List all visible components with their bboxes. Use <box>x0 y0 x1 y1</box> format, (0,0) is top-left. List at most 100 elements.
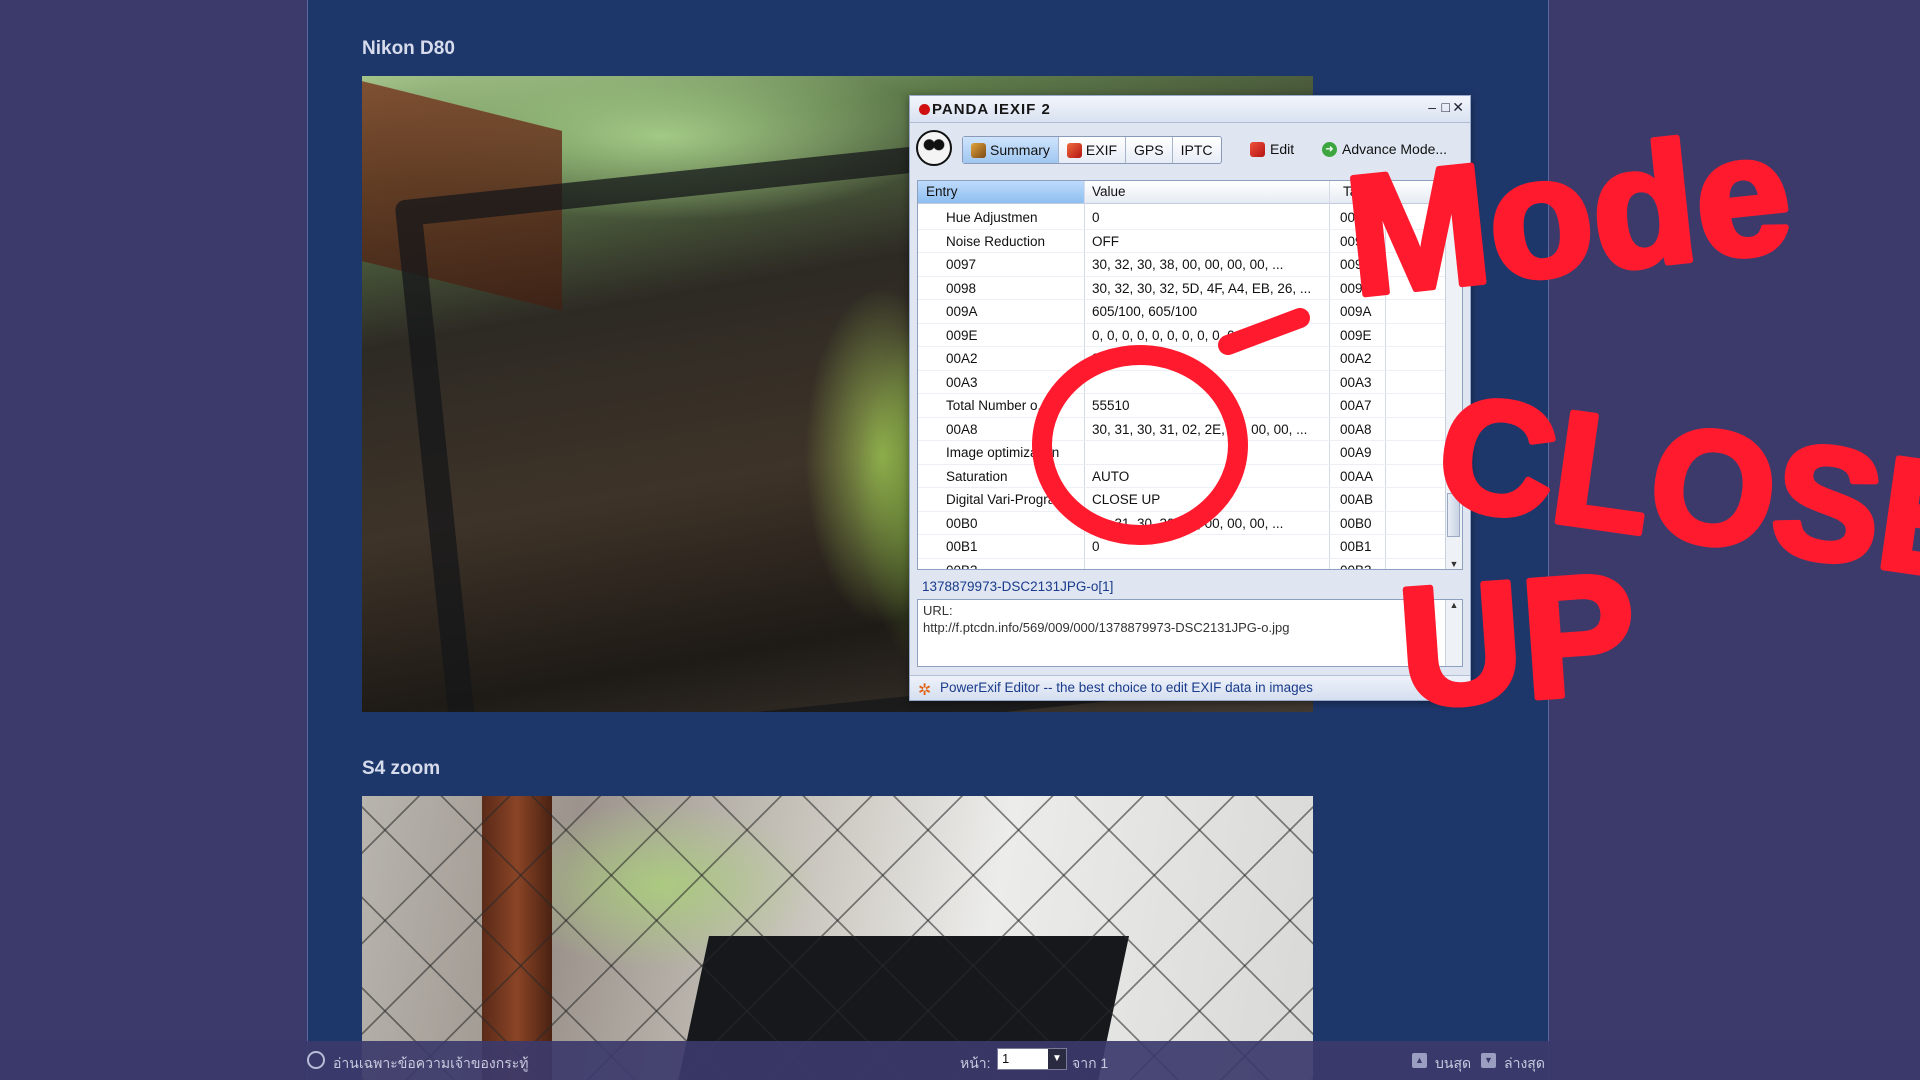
minimize-icon[interactable]: – <box>1428 99 1436 115</box>
row-entry: Total Number o... <box>946 398 1049 413</box>
row-entry: Hue Adjustmen <box>946 210 1038 225</box>
row-entry: 00A8 <box>946 421 978 437</box>
column-header-entry[interactable]: Entry <box>918 181 1084 203</box>
table-row[interactable]: 00A8 30, 31, 30, 31, 02, 2E, 00, 00, 00, … <box>918 418 1462 441</box>
row-entry: Saturation <box>946 468 1008 484</box>
tab-summary[interactable]: Summary <box>963 137 1059 163</box>
edit-button[interactable]: Edit <box>1250 136 1294 162</box>
row-tag: 00B1 <box>1340 539 1372 554</box>
row-entry: Image optimization <box>946 445 1060 460</box>
photo-s4-zoom <box>362 796 1313 1080</box>
row-value: 0, 0, 0, 0, 0, 0, 0, 0, 0, 0 <box>1092 327 1235 343</box>
reader-mode-link[interactable]: อ่านเฉพาะข้อความเจ้าของกระทู้ <box>333 1053 528 1075</box>
url-scrollbar[interactable]: ▲ <box>1445 600 1462 666</box>
chevron-down-icon[interactable]: ▼ <box>1048 1049 1066 1069</box>
row-tag: 00A2 <box>1340 351 1372 366</box>
tab-label: GPS <box>1134 142 1164 158</box>
row-tag: 0092 <box>1340 210 1371 225</box>
table-row[interactable]: 009E 0, 0, 0, 0, 0, 0, 0, 0, 0, 0 009E <box>918 324 1462 347</box>
exif-viewer-window: PANDA IEXIF 2 – □ ✕ Summary EXIF GPS IPT… <box>909 95 1471 701</box>
view-tabs: Summary EXIF GPS IPTC <box>962 136 1222 164</box>
arrow-up-icon[interactable]: ▲ <box>1412 1053 1427 1068</box>
go-top-link[interactable]: บนสุด <box>1435 1053 1471 1075</box>
title-bar[interactable]: PANDA IEXIF 2 – □ ✕ <box>910 96 1470 123</box>
row-value: 0 <box>1092 210 1100 225</box>
bottom-bar: อ่านเฉพาะข้อความเจ้าของกระทู้ หน้า: 1 ▼ … <box>0 1041 1920 1080</box>
row-value: 55510 <box>1092 398 1130 413</box>
close-icon[interactable]: ✕ <box>1452 99 1464 116</box>
star-icon: ✲ <box>918 682 932 699</box>
edit-icon <box>1250 141 1265 157</box>
table-scrollbar[interactable]: ▲ ▼ <box>1445 203 1462 569</box>
tab-gps[interactable]: GPS <box>1126 137 1173 163</box>
row-tag: 0097 <box>1340 257 1371 272</box>
table-row[interactable]: Saturation AUTO 00AA <box>918 465 1462 488</box>
row-tag: 00A9 <box>1340 445 1372 460</box>
table-row[interactable]: Noise Reduction OFF 0095 <box>918 230 1462 253</box>
row-tag: 00B0 <box>1340 515 1372 531</box>
section-title-s4: S4 zoom <box>362 758 441 779</box>
row-entry: 0098 <box>946 280 977 296</box>
page-total-label: จาก 1 <box>1072 1055 1109 1071</box>
summary-icon <box>971 142 986 158</box>
row-tag: 00B3 <box>1340 562 1372 570</box>
photo-detail-fence <box>362 796 1313 1080</box>
footer-bar: ✲ PowerExif Editor -- the best choice to… <box>910 675 1470 700</box>
row-tag: 00AB <box>1340 492 1374 507</box>
tab-label: Summary <box>990 142 1050 158</box>
row-tag: 009A <box>1340 304 1372 319</box>
logo-dot-icon <box>919 104 930 115</box>
row-entry: 009A <box>946 304 978 319</box>
go-bottom-link[interactable]: ล่างสุด <box>1504 1053 1545 1075</box>
tab-exif[interactable]: EXIF <box>1059 137 1127 163</box>
scroll-down-icon[interactable]: ▼ <box>1446 559 1462 569</box>
arrow-down-icon[interactable]: ▼ <box>1481 1053 1496 1068</box>
maximize-icon[interactable]: □ <box>1442 99 1450 115</box>
footer-link[interactable]: PowerExif Editor -- the best choice to e… <box>940 680 1313 695</box>
page-select-value: 1 <box>1002 1051 1010 1066</box>
table-row[interactable]: 009A 605/100, 605/100 009A <box>918 300 1462 324</box>
exif-icon <box>1066 142 1082 158</box>
tab-label: EXIF <box>1085 142 1118 158</box>
row-value: CLOSE UP <box>1092 492 1161 507</box>
advance-label: Advance Mode... <box>1342 141 1448 157</box>
table-row[interactable]: 0097 30, 32, 30, 38, 00, 00, 00, 00, ... 0… <box>918 253 1462 277</box>
table-row[interactable]: Hue Adjustmen 0 0092 <box>918 206 1462 230</box>
url-value[interactable]: http://f.ptcdn.info/569/009/000/13788799… <box>923 619 1457 636</box>
table-row[interactable]: 00A3 00A3 <box>918 371 1462 394</box>
table-row[interactable]: 00A2 3314316 00A2 <box>918 347 1462 371</box>
row-value: OFF <box>1092 233 1119 249</box>
row-entry: 0097 <box>946 257 977 272</box>
table-body: Hue Adjustmen 0 0092 Noise Reduction OFF 0095… <box>918 206 1462 570</box>
arrow-right-icon: ➜ <box>1322 141 1337 157</box>
row-value: AUTO <box>1092 468 1130 484</box>
reader-mode-icon[interactable] <box>307 1051 325 1069</box>
column-header-tag[interactable]: Tag <box>1343 184 1365 199</box>
edit-label: Edit <box>1270 141 1295 157</box>
scroll-up-icon[interactable]: ▲ <box>1446 203 1462 213</box>
row-value: 30, 32, 30, 32, 5D, 4F, A4, EB, 26, ... <box>1092 280 1312 296</box>
url-box[interactable]: URL: http://f.ptcdn.info/569/009/000/137… <box>917 599 1463 667</box>
table-row[interactable]: Digital Vari-Program CLOSE UP 00AB <box>918 488 1462 512</box>
row-tag: 00A3 <box>1340 374 1372 390</box>
row-tag: 0098 <box>1340 280 1371 296</box>
table-row[interactable]: 00B0 30, 31, 30, 30, 00, 00, 00, 00, ... 0… <box>918 512 1462 535</box>
tab-iptc[interactable]: IPTC <box>1173 137 1221 163</box>
scroll-thumb[interactable] <box>1447 493 1460 537</box>
table-row[interactable]: 00B1 0 00B1 <box>918 535 1462 559</box>
column-header-value[interactable]: Value <box>1092 184 1126 199</box>
row-value: 30, 31, 30, 30, 00, 00, 00, 00, ... <box>1092 515 1284 531</box>
toolbar: Summary EXIF GPS IPTC Edit ➜ Advance Mod… <box>910 122 1470 172</box>
page-select[interactable]: 1 ▼ <box>997 1048 1067 1070</box>
advance-mode-button[interactable]: ➜ Advance Mode... <box>1322 136 1447 162</box>
tab-label: IPTC <box>1180 142 1213 158</box>
url-label: URL: <box>923 603 953 618</box>
row-entry: 00B0 <box>946 515 978 531</box>
row-entry: Noise Reduction <box>946 233 1046 249</box>
table-row[interactable]: 00B3 00B3 <box>918 559 1462 570</box>
row-tag: 00A8 <box>1340 421 1372 437</box>
table-row[interactable]: Total Number o... 55510 00A7 <box>918 394 1462 418</box>
row-value: 30, 31, 30, 31, 02, 2E, 00, 00, 00, ... <box>1092 421 1308 437</box>
table-row[interactable]: Image optimization 00A9 <box>918 441 1462 465</box>
table-row[interactable]: 0098 30, 32, 30, 32, 5D, 4F, A4, EB, 26, … <box>918 277 1462 300</box>
